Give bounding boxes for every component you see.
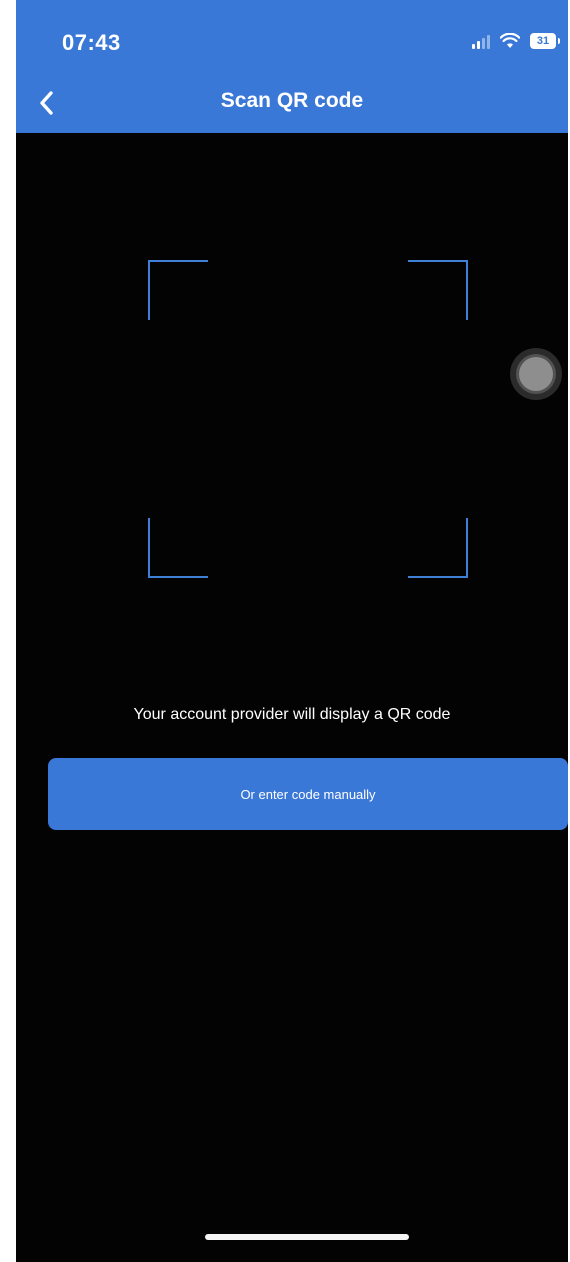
- battery-icon: 31: [530, 33, 560, 49]
- status-bar: 07:43 31: [16, 0, 568, 80]
- enter-code-manually-button[interactable]: Or enter code manually: [48, 758, 568, 830]
- home-indicator[interactable]: [205, 1234, 409, 1240]
- viewfinder-corner-bottom-left: [148, 518, 208, 578]
- page-title: Scan QR code: [220, 89, 364, 112]
- qr-viewfinder: [148, 260, 468, 578]
- viewfinder-corner-top-right: [408, 260, 468, 320]
- battery-level: 31: [536, 35, 550, 47]
- viewfinder-corner-top-left: [148, 260, 208, 320]
- assistive-touch-button[interactable]: [510, 348, 562, 400]
- scan-instruction: Your account provider will display a QR …: [133, 706, 451, 723]
- wifi-icon: [500, 33, 520, 48]
- signal-icon: [472, 33, 490, 49]
- app-header: 07:43 31 Scan QR code: [16, 0, 568, 133]
- viewfinder-corner-bottom-right: [408, 518, 468, 578]
- enter-code-manually-label: Or enter code manually: [240, 786, 376, 802]
- status-icons: 31: [472, 30, 560, 52]
- nav-bar: Scan QR code: [16, 80, 568, 133]
- phone-screen: 07:43 31 Scan QR code Your account provi…: [16, 0, 568, 1262]
- status-time: 07:43: [62, 30, 121, 55]
- assistive-touch-icon: [519, 357, 553, 391]
